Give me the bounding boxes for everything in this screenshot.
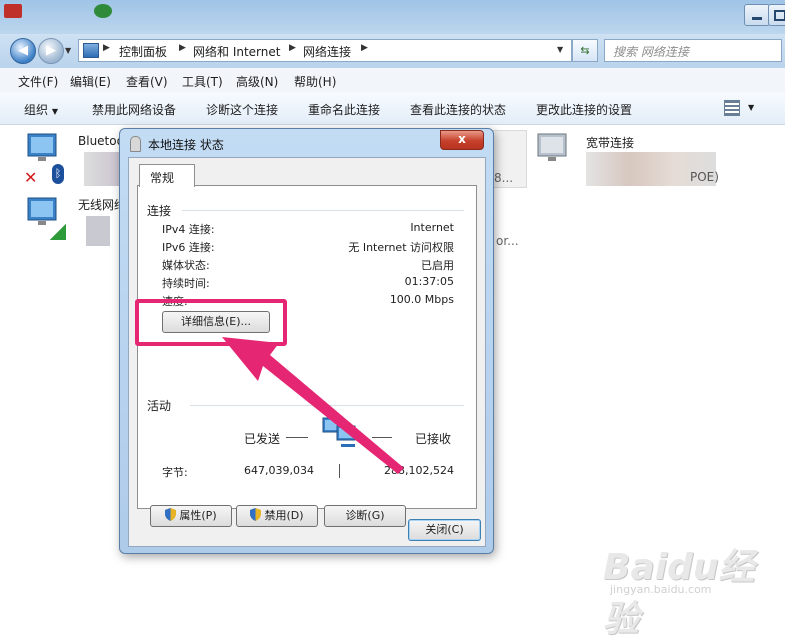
- search-input[interactable]: 搜索 网络连接: [604, 39, 782, 62]
- disable-label: 禁用(D): [264, 509, 304, 522]
- disconnected-x-icon: ✕: [24, 168, 38, 187]
- ipv4-label: IPv4 连接:: [162, 223, 215, 236]
- disable-button[interactable]: 禁用(D): [236, 505, 318, 527]
- address-input[interactable]: ▶ 控制面板 ▶ 网络和 Internet ▶ 网络连接 ▶ ▼: [78, 39, 572, 62]
- properties-button[interactable]: 属性(P): [150, 505, 232, 527]
- sent-line: [286, 437, 308, 438]
- breadcrumb-control-panel[interactable]: 控制面板: [119, 43, 167, 60]
- tab-panel: 连接 IPv4 连接: Internet IPv6 连接: 无 Internet…: [137, 185, 477, 527]
- close-icon: x: [458, 132, 466, 146]
- menu-view[interactable]: 查看(V): [126, 73, 168, 90]
- window-icon: [4, 4, 22, 18]
- rename-connection-button[interactable]: 重命名此连接: [308, 101, 380, 118]
- view-dropdown-icon[interactable]: ▼: [748, 103, 754, 112]
- menu-help[interactable]: 帮助(H): [294, 73, 336, 90]
- maximize-button[interactable]: [768, 4, 785, 26]
- breadcrumb-network-connections[interactable]: 网络连接: [303, 43, 351, 60]
- speed-value: 100.0 Mbps: [389, 293, 454, 306]
- menu-advanced[interactable]: 高级(N): [236, 73, 278, 90]
- view-options-icon[interactable]: [724, 100, 740, 116]
- connection-group-title: 连接: [147, 204, 172, 218]
- close-dialog-button[interactable]: 关闭(C): [408, 519, 481, 541]
- broadband-connection-item[interactable]: 宽带连接 POE): [534, 132, 734, 188]
- network-computer-icon: [537, 133, 567, 161]
- bluetooth-icon: ᛒ: [52, 164, 64, 184]
- ipv6-label: IPv6 连接:: [162, 241, 215, 254]
- received-line: [372, 437, 392, 438]
- partial-text: or...: [496, 234, 519, 248]
- dialog-body: 常规 连接 IPv4 连接: Internet IPv6 连接: 无 Inter…: [128, 157, 486, 547]
- history-dropdown-icon[interactable]: ▼: [65, 46, 71, 55]
- network-computer-icon: [27, 133, 57, 161]
- duration-label: 持续时间:: [162, 277, 210, 290]
- broadband-connection-name: 宽带连接: [586, 136, 635, 150]
- dialog-title: 本地连接 状态: [148, 138, 224, 152]
- change-settings-button[interactable]: 更改此连接的设置: [536, 101, 632, 118]
- wireless-connection-item[interactable]: 无线网络: [24, 196, 126, 246]
- duration-value: 01:37:05: [404, 275, 454, 288]
- back-button[interactable]: ◀: [10, 38, 36, 64]
- breadcrumb-separator-icon[interactable]: ▶: [179, 43, 186, 53]
- breadcrumb-network-internet[interactable]: 网络和 Internet: [193, 43, 280, 60]
- organize-label: 组织: [24, 103, 49, 117]
- bytes-sent-value: 647,039,034: [244, 464, 314, 477]
- activity-group-title: 活动: [147, 399, 172, 413]
- breadcrumb-separator-icon[interactable]: ▶: [289, 43, 296, 53]
- search-placeholder: 搜索 网络连接: [613, 45, 689, 59]
- bluetooth-connection-item[interactable]: ✕ ᛒ Bluetoo: [24, 132, 124, 188]
- organize-button[interactable]: 组织 ▼: [24, 101, 58, 118]
- address-dropdown-icon[interactable]: ▼: [557, 45, 563, 54]
- received-label: 已接收: [415, 432, 452, 446]
- tab-general[interactable]: 常规: [139, 164, 195, 187]
- control-panel-icon: [83, 43, 99, 58]
- diagnose-connection-button[interactable]: 诊断这个连接: [206, 101, 278, 118]
- media-state-label: 媒体状态:: [162, 259, 210, 272]
- signal-bars-icon: [50, 224, 66, 240]
- breadcrumb-separator-icon[interactable]: ▶: [103, 43, 110, 53]
- group-divider: [190, 405, 464, 406]
- sent-label: 已发送: [244, 432, 281, 446]
- broadband-connection-suffix: POE): [690, 170, 719, 184]
- view-status-button[interactable]: 查看此连接的状态: [410, 101, 506, 118]
- admin-shield-icon: [165, 508, 177, 521]
- diagnose-button[interactable]: 诊断(G): [324, 505, 406, 527]
- menu-tools[interactable]: 工具(T): [182, 73, 223, 90]
- command-toolbar: 组织 ▼ 禁用此网络设备 诊断这个连接 重命名此连接 查看此连接的状态 更改此连…: [0, 92, 785, 125]
- menu-bar: 文件(F) 编辑(E) 查看(V) 工具(T) 高级(N) 帮助(H): [0, 68, 785, 93]
- bytes-label: 字节:: [162, 466, 188, 479]
- network-status-icon: [130, 136, 141, 152]
- background-connection-partial: 8...: [492, 130, 527, 188]
- minimize-button[interactable]: [744, 4, 770, 26]
- media-state-value: 已启用: [421, 259, 454, 272]
- menu-file[interactable]: 文件(F): [18, 73, 58, 90]
- disable-device-button[interactable]: 禁用此网络设备: [92, 101, 176, 118]
- partial-text: 8...: [494, 171, 514, 185]
- menu-edit[interactable]: 编辑(E): [70, 73, 111, 90]
- bluetooth-connection-name: Bluetoo: [78, 134, 124, 148]
- ipv6-value: 无 Internet 访问权限: [348, 241, 454, 254]
- blurred-detail: [86, 216, 110, 246]
- group-divider: [182, 210, 464, 211]
- tab-general-label: 常规: [150, 171, 175, 185]
- network-activity-icon: [322, 417, 356, 447]
- properties-label: 属性(P): [179, 509, 217, 522]
- admin-shield-icon: [250, 508, 262, 521]
- ipv4-value: Internet: [410, 221, 454, 234]
- close-button[interactable]: x: [440, 130, 484, 150]
- bytes-received-value: 288,102,524: [384, 464, 454, 477]
- highlight-box: [135, 299, 287, 346]
- refresh-icon: ⇆: [580, 44, 590, 57]
- watermark-url: jingyan.baidu.com: [610, 583, 712, 596]
- window-titlebar: [0, 0, 785, 34]
- refresh-button[interactable]: ⇆: [572, 39, 598, 62]
- blurred-detail: [84, 152, 120, 186]
- chevron-down-icon: ▼: [51, 107, 58, 116]
- window-app-icon: [94, 4, 112, 18]
- activity-divider: [339, 464, 340, 478]
- forward-button[interactable]: ▶: [38, 38, 64, 64]
- breadcrumb-separator-icon[interactable]: ▶: [361, 43, 368, 53]
